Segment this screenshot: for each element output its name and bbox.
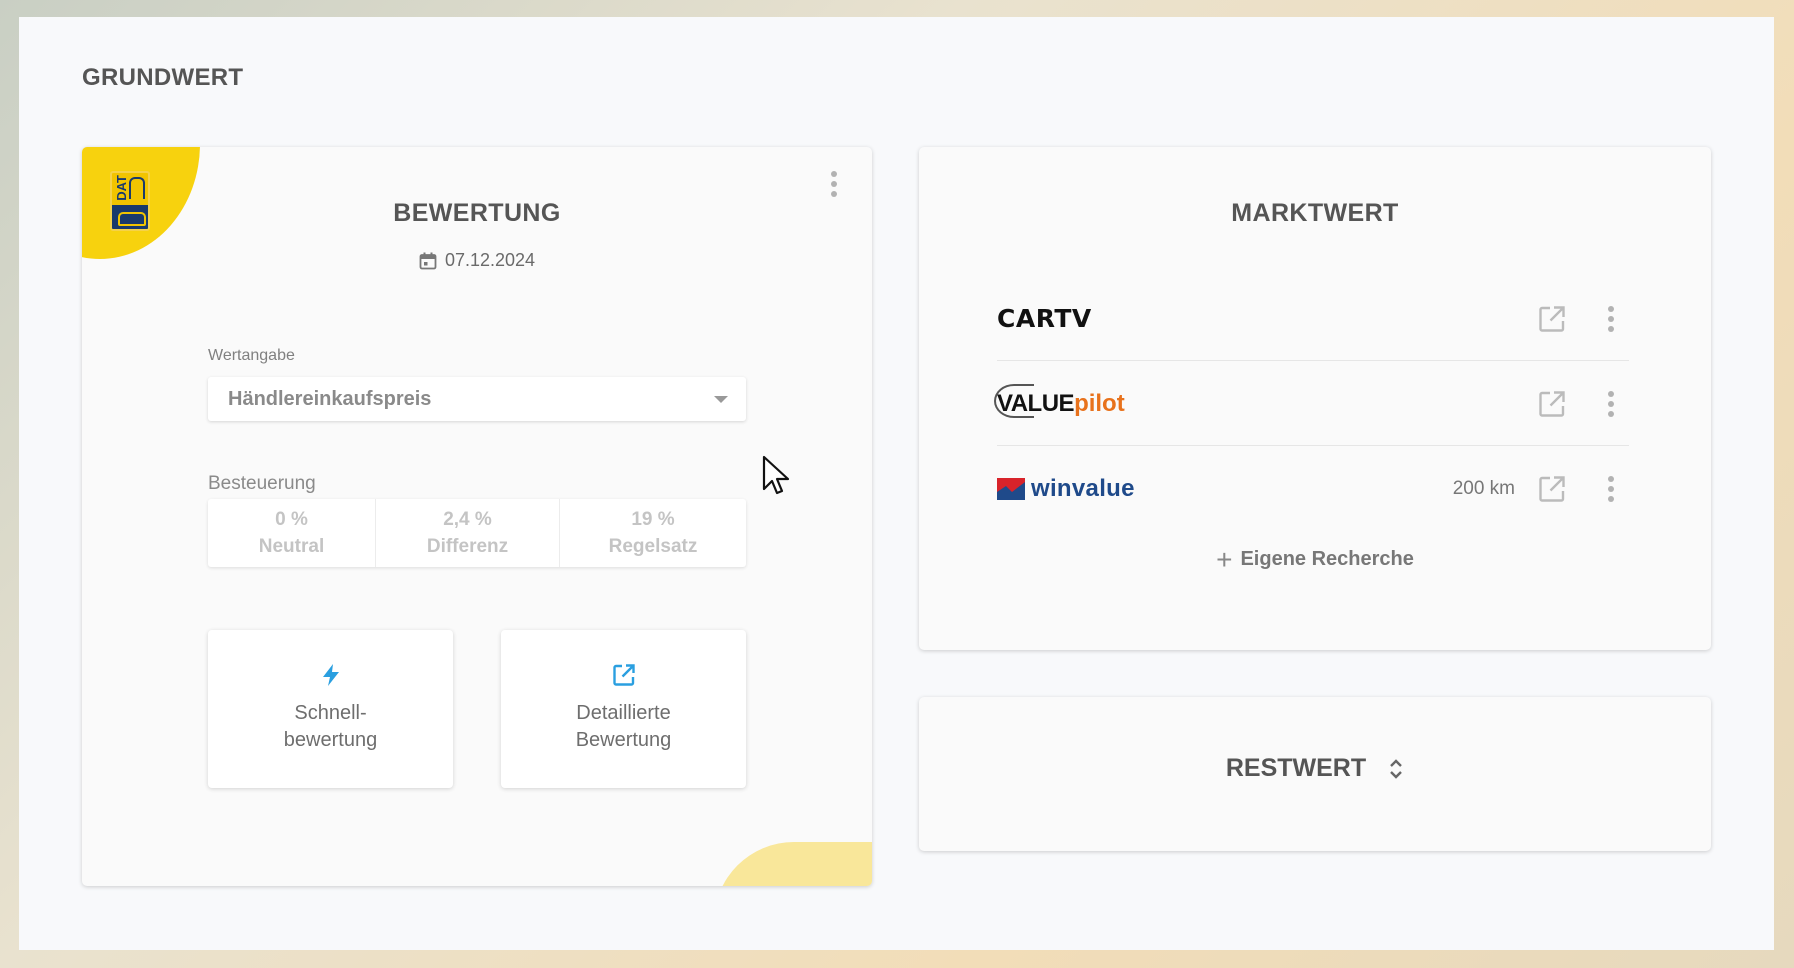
expand-collapse-icon[interactable] [1388, 756, 1404, 782]
taxation-option-regelsatz[interactable]: 19 % Regelsatz [560, 499, 746, 567]
mouse-cursor-icon [762, 455, 790, 495]
quick-valuation-label: Schnell- bewertung [283, 702, 378, 751]
taxation-label: Besteuerung [208, 473, 316, 494]
tax-name: Regelsatz [608, 536, 698, 557]
detailed-valuation-button[interactable]: Detaillierte Bewertung [501, 630, 746, 788]
open-cartv-external-icon[interactable] [1537, 304, 1567, 334]
date-text: 07.12.2024 [444, 250, 536, 270]
valuepilot-logo: VALUE pilot [994, 383, 1125, 418]
winvalue-mark-icon [997, 478, 1025, 500]
cartv-more-menu-icon[interactable] [1599, 305, 1623, 333]
hand-icon [129, 177, 145, 199]
valuation-more-menu-icon[interactable] [822, 170, 846, 198]
quick-valuation-button[interactable]: Schnell- bewertung [208, 630, 453, 788]
taxation-option-differenz[interactable]: 2,4 % Differenz [376, 499, 560, 567]
valuation-title: BEWERTUNG [393, 199, 561, 227]
value-type-selected: Händlereinkaufspreis [228, 387, 432, 410]
tax-name: Differenz [426, 536, 509, 557]
cartv-logo: CARTV [997, 304, 1092, 333]
plus-icon: + [1216, 543, 1233, 575]
taxation-toggle-group: 0 % Neutral 2,4 % Differenz 19 % Regelsa… [208, 499, 746, 567]
winvalue-radius: 200 km [1452, 478, 1515, 499]
valuation-card: DAT BEWERTUNG 07.12.2024 Wertangabe Händ… [82, 147, 872, 886]
dat-logo-text: DAT [114, 175, 129, 201]
detailed-valuation-label: Detaillierte Bewertung [575, 702, 672, 751]
taxation-option-neutral[interactable]: 0 % Neutral [208, 499, 376, 567]
tax-rate: 0 % [275, 509, 308, 530]
market-value-title: MARKTWERT [1231, 199, 1399, 227]
provider-row-valuepilot: VALUE pilot [994, 362, 1629, 446]
yellow-bottom-decoration [714, 842, 872, 886]
open-winvalue-external-icon[interactable] [1537, 474, 1567, 504]
open-valuepilot-external-icon[interactable] [1537, 389, 1567, 419]
page-title: GRUNDWERT [82, 64, 244, 91]
residual-value-card[interactable]: RESTWERT [919, 697, 1711, 851]
value-type-select[interactable]: Händlereinkaufspreis [208, 377, 746, 421]
lightning-icon [322, 664, 339, 686]
caret-down-icon [714, 396, 728, 403]
valuation-date: 07.12.2024 [82, 250, 872, 271]
winvalue-logo: winvalue [997, 475, 1135, 503]
residual-value-header: RESTWERT [919, 754, 1711, 783]
provider-row-cartv: CARTV [997, 277, 1629, 361]
add-own-research-button[interactable]: + Eigene Recherche [919, 543, 1711, 575]
tax-rate: 2,4 % [443, 509, 492, 530]
market-value-card: MARKTWERT CARTV VALUE pilot winvalue 200 … [919, 147, 1711, 650]
tax-rate: 19 % [631, 509, 675, 530]
winvalue-more-menu-icon[interactable] [1599, 475, 1623, 503]
provider-row-winvalue: winvalue 200 km [997, 447, 1629, 531]
valuepilot-more-menu-icon[interactable] [1599, 390, 1623, 418]
external-link-icon [612, 664, 635, 686]
calendar-icon [419, 252, 437, 269]
value-type-label: Wertangabe [208, 347, 295, 364]
tax-name: Neutral [258, 536, 325, 557]
add-own-research-label: Eigene Recherche [1240, 548, 1414, 570]
residual-value-title: RESTWERT [1225, 754, 1367, 782]
valuepilot-swoosh-icon [994, 383, 1034, 418]
